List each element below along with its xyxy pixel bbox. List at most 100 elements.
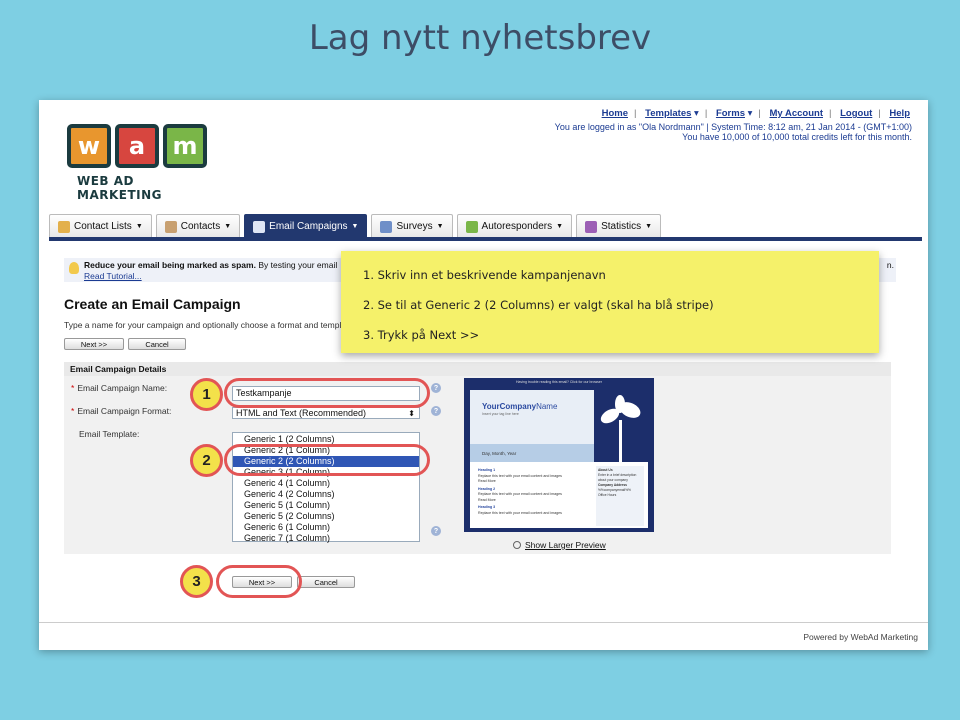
tab-email-campaigns[interactable]: Email Campaigns ▼ bbox=[244, 214, 368, 238]
logout-link[interactable]: Logout bbox=[840, 108, 872, 119]
campaign-format-select[interactable]: HTML and Text (Recommended) ⬍ bbox=[232, 407, 420, 419]
chevron-down-icon: ▾ bbox=[694, 108, 699, 119]
chevron-down-icon: ▼ bbox=[436, 223, 444, 230]
forms-link[interactable]: Forms bbox=[716, 108, 745, 119]
contact-lists-icon bbox=[58, 220, 70, 233]
section-header: Email Campaign Details bbox=[64, 362, 891, 376]
tab-contact-lists[interactable]: Contact Lists ▼ bbox=[49, 214, 152, 238]
tip-tail: n. bbox=[886, 260, 894, 270]
help-link[interactable]: Help bbox=[889, 108, 910, 119]
preview-email: YourCompanyName Insert your tag line her… bbox=[470, 390, 648, 528]
instruction-item: 2. Se til at Generic 2 (2 Columns) er va… bbox=[363, 298, 714, 312]
preview-sidebar: About Us Enter in a brief description ab… bbox=[596, 466, 644, 526]
tab-contacts[interactable]: Contacts ▼ bbox=[155, 214, 241, 238]
highlight-ring bbox=[224, 444, 430, 476]
login-status: You are logged in as "Ola Nordmann" | Sy… bbox=[554, 122, 912, 132]
required-mark: * bbox=[71, 406, 75, 416]
step-badge-1: 1 bbox=[190, 378, 223, 411]
instruction-item: 3. Trykk på Next >> bbox=[363, 328, 480, 342]
preview-text: Replace this text with your email conten… bbox=[478, 510, 562, 515]
tip-text: By testing your email bbox=[255, 260, 338, 270]
lightbulb-icon bbox=[69, 262, 79, 274]
magnifier-icon bbox=[513, 541, 521, 549]
chevron-down-icon: ▾ bbox=[747, 108, 753, 119]
help-icon[interactable]: ? bbox=[431, 526, 441, 536]
chevron-down-icon: ▼ bbox=[135, 223, 143, 230]
company-a: YourCompany bbox=[482, 402, 537, 411]
template-option[interactable]: Generic 7 (1 Column) bbox=[233, 533, 419, 544]
help-icon[interactable]: ? bbox=[431, 383, 441, 393]
browser-screenshot: Home | Templates ▾ | Forms ▾ | My Account | … bbox=[39, 100, 928, 650]
preview-top-text: Having trouble reading this email? Click… bbox=[516, 380, 602, 384]
tab-autoresponders[interactable]: Autoresponders ▼ bbox=[456, 214, 573, 238]
slide-title: Lag nytt nyhetsbrev bbox=[308, 18, 652, 58]
label-text: Email Campaign Name: bbox=[77, 383, 168, 393]
template-option[interactable]: Generic 5 (2 Columns) bbox=[233, 511, 419, 522]
chevron-down-icon: ▼ bbox=[645, 223, 653, 230]
campaign-format-label: * Email Campaign Format: bbox=[71, 406, 171, 416]
email-icon bbox=[253, 220, 266, 233]
highlight-ring bbox=[224, 378, 430, 408]
label-text: Email Campaign Format: bbox=[77, 406, 172, 416]
chevron-down-icon: ▼ bbox=[556, 223, 564, 230]
powered-by: Powered by WebAd Marketing bbox=[803, 632, 918, 642]
tab-label: Surveys bbox=[396, 221, 433, 232]
cancel-button[interactable]: Cancel bbox=[297, 576, 355, 588]
format-value: HTML and Text (Recommended) bbox=[236, 408, 367, 418]
my-account-link[interactable]: My Account bbox=[770, 108, 823, 119]
campaign-name-label: * Email Campaign Name: bbox=[71, 383, 167, 393]
page-title: Create an Email Campaign bbox=[64, 296, 241, 312]
template-preview[interactable]: Having trouble reading this email? Click… bbox=[464, 378, 654, 532]
preview-about-text: Enter in a brief description about your … bbox=[598, 473, 637, 482]
tab-statistics[interactable]: Statistics ▼ bbox=[576, 214, 662, 238]
template-option[interactable]: Generic 6 (1 Column) bbox=[233, 522, 419, 533]
show-larger-preview-link[interactable]: Show Larger Preview bbox=[525, 540, 606, 550]
cancel-button-top[interactable]: Cancel bbox=[128, 338, 186, 350]
preview-company: YourCompanyName bbox=[482, 402, 557, 411]
templates-link[interactable]: Templates bbox=[645, 108, 691, 119]
page-subtitle: Type a name for your campaign and option… bbox=[64, 320, 347, 330]
template-option[interactable]: Generic 4 (2 Columns) bbox=[233, 489, 419, 500]
logo-tile-w: w bbox=[67, 124, 111, 168]
step-badge-3: 3 bbox=[180, 565, 213, 598]
surveys-icon bbox=[380, 220, 393, 233]
tab-label: Contact Lists bbox=[74, 221, 132, 232]
tab-label: Autoresponders bbox=[481, 221, 553, 232]
contacts-icon bbox=[164, 220, 177, 233]
step-badge-2: 2 bbox=[190, 444, 223, 477]
tab-label: Contacts bbox=[180, 221, 221, 232]
template-option[interactable]: Generic 5 (1 Column) bbox=[233, 500, 419, 511]
top-links: Home | Templates ▾ | Forms ▾ | My Account | … bbox=[601, 108, 910, 119]
main-nav: Contact Lists ▼ Contacts ▼ Email Campaigns… bbox=[49, 214, 662, 238]
preview-tagline: Insert your tag line here bbox=[482, 412, 519, 416]
email-template-label: Email Template: bbox=[79, 429, 140, 439]
instruction-item: 1. Skriv inn et beskrivende kampanjenavn bbox=[363, 268, 606, 282]
next-button-top[interactable]: Next >> bbox=[64, 338, 124, 350]
chevron-down-icon: ▼ bbox=[224, 223, 232, 230]
help-icon[interactable]: ? bbox=[431, 406, 441, 416]
preview-read-more: Read More bbox=[478, 497, 496, 502]
autoresponders-icon bbox=[465, 220, 478, 233]
template-option[interactable]: Generic 4 (1 Column) bbox=[233, 478, 419, 489]
wam-logo[interactable]: w a m WEB AD MARKETING bbox=[67, 124, 215, 202]
select-arrows-icon: ⬍ bbox=[408, 409, 415, 418]
preview-hours: Office Hours bbox=[598, 493, 617, 497]
logo-text: WEB AD MARKETING bbox=[77, 174, 163, 202]
required-mark: * bbox=[71, 383, 75, 393]
chevron-down-icon: ▼ bbox=[351, 223, 359, 230]
read-tutorial-link[interactable]: Read Tutorial... bbox=[84, 271, 142, 281]
preview-body: Heading 1 Replace this text with your em… bbox=[478, 466, 588, 516]
instructions-note: 1. Skriv inn et beskrivende kampanjenavn… bbox=[341, 251, 879, 353]
highlight-ring bbox=[216, 565, 302, 598]
tab-label: Statistics bbox=[601, 221, 642, 232]
home-link[interactable]: Home bbox=[602, 108, 628, 119]
tip-bold: Reduce your email being marked as spam. bbox=[84, 260, 256, 270]
logo-tile-m: m bbox=[163, 124, 207, 168]
company-b: Name bbox=[536, 402, 558, 411]
plant-icon bbox=[594, 390, 648, 462]
nav-underline bbox=[49, 237, 922, 241]
tab-label: Email Campaigns bbox=[269, 221, 348, 232]
tab-surveys[interactable]: Surveys ▼ bbox=[371, 214, 453, 238]
preview-read-more: Read More bbox=[478, 479, 496, 483]
logo-tile-a: a bbox=[115, 124, 159, 168]
